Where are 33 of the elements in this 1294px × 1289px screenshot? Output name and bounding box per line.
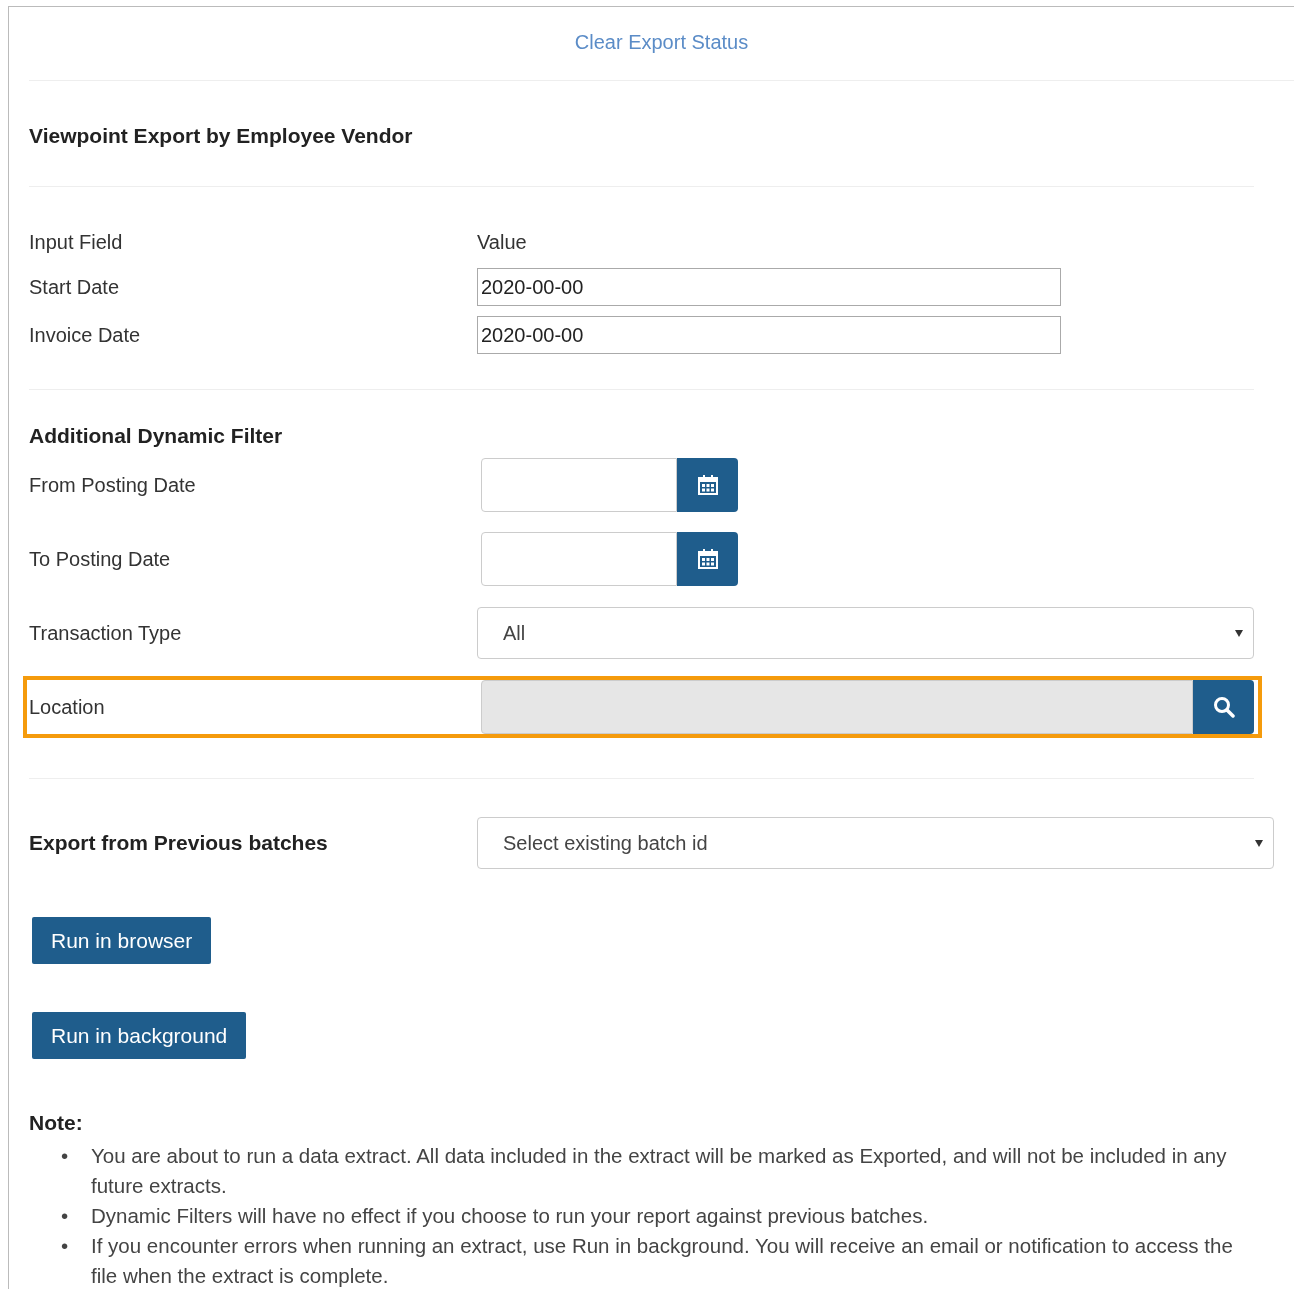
- calendar-button[interactable]: [677, 458, 738, 512]
- date-field[interactable]: [481, 532, 677, 586]
- bullet: •: [61, 1203, 70, 1229]
- calendar-icon: [697, 475, 718, 495]
- section-title: Viewpoint Export by Employee Vendor: [29, 124, 414, 148]
- column-header: Input Field: [29, 230, 124, 254]
- field-label: Invoice Date: [29, 323, 142, 347]
- calendar-icon: [697, 549, 718, 569]
- field-label: Transaction Type: [29, 621, 183, 645]
- section-title: Export from Previous batches: [29, 831, 329, 855]
- column-header: Value: [477, 230, 528, 254]
- note-item: You are about to run a data extract. All data included in the extract will be marked as Exported, and will not be included in any future extracts.: [91, 1143, 1228, 1199]
- note-item: Dynamic Filters will have no effect if you choose to run your report against previous batches.: [91, 1203, 930, 1229]
- field-label: From Posting Date: [29, 473, 197, 497]
- dropdown[interactable]: All: [477, 607, 1254, 659]
- field-label: Location: [29, 695, 106, 719]
- note-item: If you encounter errors when running an extract, use Run in background. You will receive an email or notification to access the file when the extract is complete.: [91, 1233, 1234, 1289]
- caret-icon: [1255, 839, 1263, 847]
- run-button[interactable]: Run in background: [32, 1012, 247, 1059]
- field-label: Start Date: [29, 275, 121, 299]
- dropdown[interactable]: Select existing batch id: [477, 817, 1274, 869]
- caret-icon: [1235, 629, 1243, 637]
- date-field[interactable]: 2020-00-00: [477, 268, 1061, 306]
- calendar-button[interactable]: [677, 532, 738, 586]
- date-field[interactable]: 2020-00-00: [477, 316, 1061, 354]
- field-label: To Posting Date: [29, 547, 172, 571]
- bullet: •: [61, 1233, 70, 1259]
- search-icon: [1212, 696, 1235, 718]
- bullet: •: [61, 1143, 70, 1169]
- note-title: Note:: [29, 1111, 84, 1135]
- run-button[interactable]: Run in browser: [32, 917, 212, 964]
- date-field[interactable]: [481, 458, 677, 512]
- section-title: Additional Dynamic Filter: [29, 424, 284, 448]
